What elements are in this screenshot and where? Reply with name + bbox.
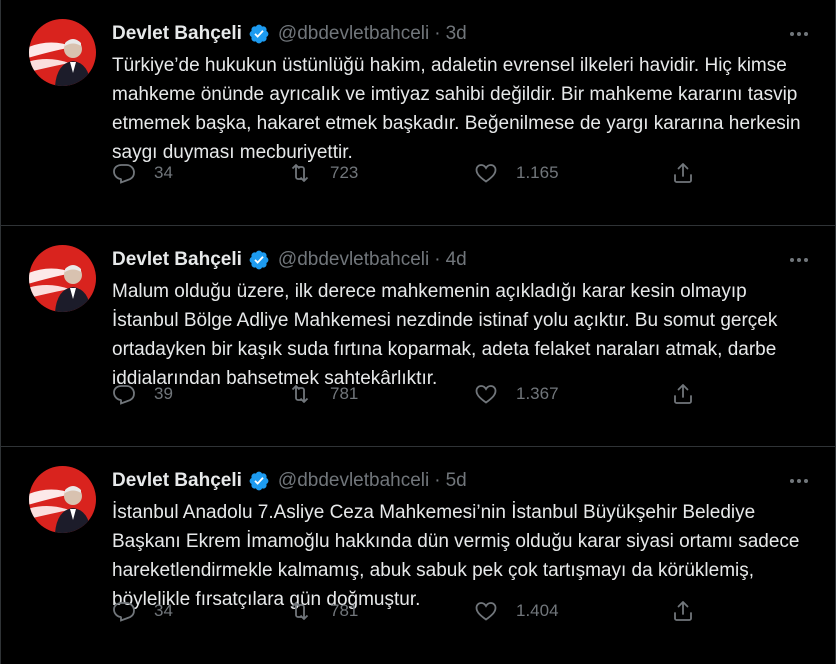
verified-badge-icon — [248, 249, 270, 271]
like-button[interactable]: 1.404 — [474, 596, 559, 626]
tweet-actions: 34 723 1.165 — [112, 158, 712, 188]
tweet-text: Türkiye’de hukukun üstünlüğü hakim, adal… — [112, 55, 806, 163]
reply-button[interactable]: 39 — [112, 379, 173, 409]
retweet-count: 781 — [330, 384, 359, 403]
like-button[interactable]: 1.165 — [474, 158, 559, 188]
author-name[interactable]: Devlet Bahçeli — [112, 22, 242, 46]
reply-count: 34 — [154, 163, 173, 182]
like-button[interactable]: 1.367 — [474, 379, 559, 409]
separator: · — [434, 470, 441, 491]
avatar[interactable] — [29, 19, 96, 86]
author-name[interactable]: Devlet Bahçeli — [112, 248, 242, 272]
share-button[interactable] — [671, 158, 695, 188]
author-handle[interactable]: @dbdevletbahceli — [278, 469, 429, 493]
retweet-button[interactable]: 781 — [288, 596, 358, 626]
author-handle[interactable]: @dbdevletbahceli — [278, 22, 429, 46]
like-count: 1.165 — [516, 163, 559, 182]
share-icon — [674, 163, 692, 183]
like-icon — [475, 164, 497, 183]
retweet-button[interactable]: 781 — [288, 379, 358, 409]
reply-icon — [113, 385, 135, 405]
tweet-actions: 34 781 1.404 — [112, 596, 712, 626]
separator: · — [434, 249, 441, 270]
timestamp[interactable]: 5d — [446, 469, 467, 493]
more-icon[interactable] — [785, 469, 813, 493]
like-icon — [475, 602, 497, 621]
share-icon — [674, 601, 692, 621]
tweet[interactable]: Devlet Bahçeli @dbdevletbahceli · 3d Tür… — [1, 0, 835, 226]
avatar[interactable] — [29, 245, 96, 312]
reply-icon — [113, 602, 135, 622]
reply-count: 39 — [154, 384, 173, 403]
timeline: Devlet Bahçeli @dbdevletbahceli · 3d Tür… — [0, 0, 836, 664]
reply-icon — [113, 164, 135, 184]
timestamp[interactable]: 4d — [446, 248, 467, 272]
share-button[interactable] — [671, 379, 695, 409]
retweet-count: 781 — [330, 601, 359, 620]
share-icon — [674, 384, 692, 404]
tweet[interactable]: Devlet Bahçeli @dbdevletbahceli · 5d İst… — [1, 447, 835, 664]
separator: · — [434, 23, 441, 44]
tweet-text: Malum olduğu üzere, ilk derece mahkemeni… — [112, 281, 783, 389]
reply-count: 34 — [154, 601, 173, 620]
retweet-count: 723 — [330, 163, 359, 182]
more-icon[interactable] — [785, 22, 813, 46]
share-button[interactable] — [671, 596, 695, 626]
author-handle[interactable]: @dbdevletbahceli — [278, 248, 429, 272]
author-name[interactable]: Devlet Bahçeli — [112, 469, 242, 493]
reply-button[interactable]: 34 — [112, 596, 173, 626]
like-count: 1.367 — [516, 384, 559, 403]
like-count: 1.404 — [516, 601, 559, 620]
timestamp[interactable]: 3d — [446, 22, 467, 46]
like-icon — [475, 385, 497, 404]
more-icon[interactable] — [785, 248, 813, 272]
verified-badge-icon — [248, 23, 270, 45]
avatar[interactable] — [29, 466, 96, 533]
tweet[interactable]: Devlet Bahçeli @dbdevletbahceli · 4d Mal… — [1, 226, 835, 447]
verified-badge-icon — [248, 470, 270, 492]
retweet-icon — [291, 385, 309, 403]
retweet-icon — [291, 602, 309, 620]
reply-button[interactable]: 34 — [112, 158, 173, 188]
retweet-button[interactable]: 723 — [288, 158, 358, 188]
tweet-actions: 39 781 1.367 — [112, 379, 712, 409]
retweet-icon — [291, 164, 309, 182]
